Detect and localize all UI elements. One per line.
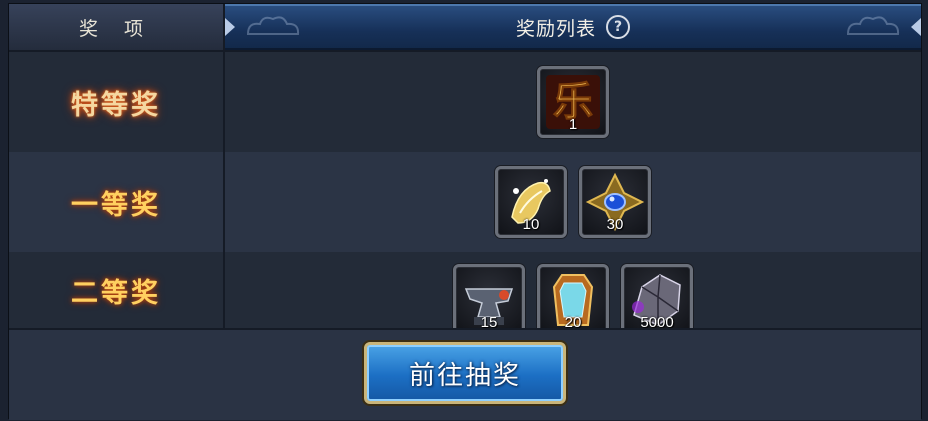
reward-item[interactable]: 15 bbox=[453, 264, 525, 328]
prize-tier-label: 二等奖 bbox=[9, 252, 225, 328]
header-arrow-right-icon bbox=[911, 18, 921, 36]
reward-quantity: 20 bbox=[564, 314, 582, 328]
reward-item[interactable]: 10 bbox=[495, 166, 567, 238]
reward-item[interactable]: 5000 bbox=[621, 264, 693, 328]
help-icon[interactable]: ? bbox=[606, 15, 630, 39]
reward-quantity: 30 bbox=[606, 216, 624, 233]
prize-row-first: 一等奖 10 30 bbox=[9, 152, 921, 252]
reward-item[interactable]: 30 bbox=[579, 166, 651, 238]
prize-column-header: 奖 项 bbox=[9, 4, 225, 52]
reward-quantity: 10 bbox=[522, 216, 540, 233]
reward-list: 10 30 bbox=[225, 152, 921, 252]
rewards-header-label: 奖励列表 bbox=[515, 17, 596, 40]
reward-list: 乐 1 bbox=[225, 52, 921, 152]
prize-row-grand: 特等奖 乐 1 bbox=[9, 52, 921, 152]
reward-quantity: 15 bbox=[480, 314, 498, 328]
reward-quantity: 5000 bbox=[640, 314, 674, 328]
cloud-ornament-left-icon bbox=[246, 16, 300, 35]
panel-footer: 前往抽奖 bbox=[9, 328, 921, 420]
rewards-column-header: 奖励列表 ? bbox=[225, 4, 921, 52]
header-arrow-left-icon bbox=[225, 18, 235, 36]
prize-tier-label: 一等奖 bbox=[9, 152, 225, 252]
cloud-ornament-right-icon bbox=[846, 16, 900, 35]
prize-panel: 奖 项 奖励列表 ? 特等奖 乐 1 一等奖 10 30 二等奖 15 20 5… bbox=[8, 3, 922, 420]
reward-list: 15 20 5000 bbox=[225, 252, 921, 328]
prize-row-second: 二等奖 15 20 5000 bbox=[9, 252, 921, 328]
reward-item[interactable]: 乐 1 bbox=[537, 66, 609, 138]
prize-tier-label: 特等奖 bbox=[9, 52, 225, 152]
go-to-draw-button[interactable]: 前往抽奖 bbox=[364, 342, 566, 404]
reward-item[interactable]: 20 bbox=[537, 264, 609, 328]
reward-quantity: 1 bbox=[568, 116, 578, 133]
